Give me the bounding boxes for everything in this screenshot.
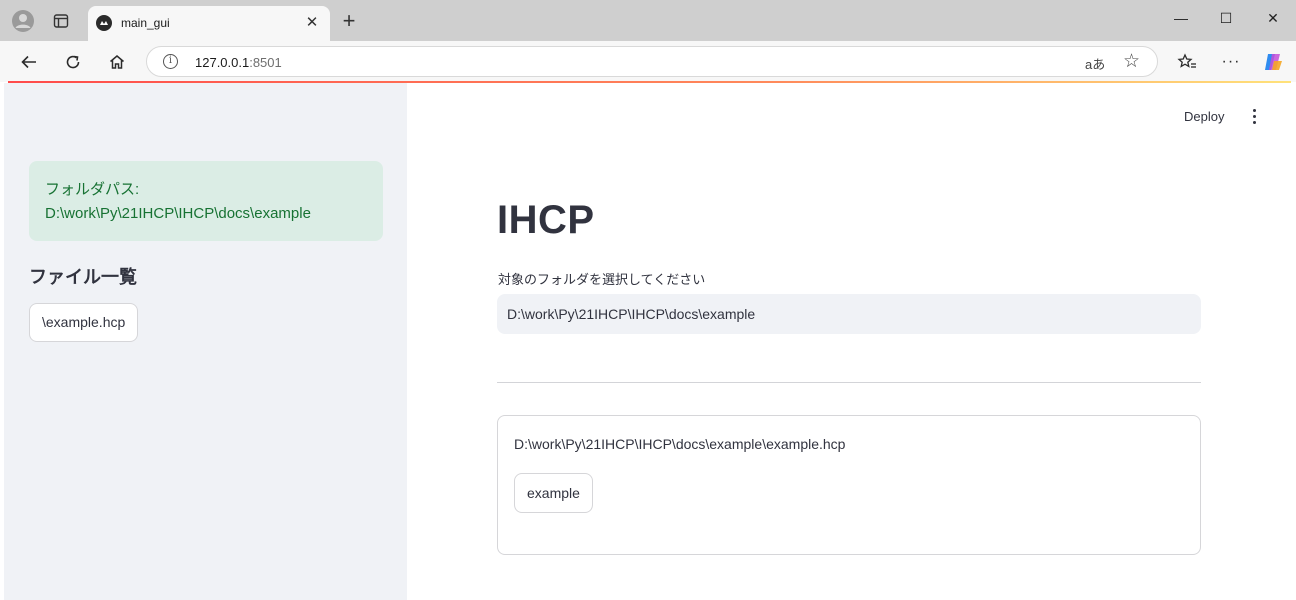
app-root: フォルダパス: D:\work\Py\21IHCP\IHCP\docs\exam… xyxy=(4,83,1292,600)
divider xyxy=(497,382,1201,383)
new-tab-icon[interactable]: + xyxy=(338,10,360,32)
maximize-icon[interactable]: ☐ xyxy=(1211,10,1241,27)
tab-actions-icon[interactable] xyxy=(48,8,74,34)
browser-tab-active[interactable]: main_gui ✕ xyxy=(88,6,330,41)
success-path: D:\work\Py\21IHCP\IHCP\docs\example xyxy=(45,205,311,222)
url-host: 127.0.0.1 xyxy=(195,55,250,70)
copilot-icon[interactable] xyxy=(1260,49,1286,75)
file-list-heading: ファイル一覧 xyxy=(29,267,137,287)
url-port: :8501 xyxy=(249,55,282,70)
folder-path-success-alert: フォルダパス: D:\work\Py\21IHCP\IHCP\docs\exam… xyxy=(29,161,383,241)
deploy-button[interactable]: Deploy xyxy=(1184,109,1224,124)
profile-icon[interactable] xyxy=(10,8,36,34)
favorites-icon[interactable] xyxy=(1174,49,1200,75)
close-window-icon[interactable]: ✕ xyxy=(1258,10,1288,27)
minimize-icon[interactable]: — xyxy=(1166,10,1196,26)
folder-input-label: 対象のフォルダを選択してください xyxy=(498,272,706,287)
address-bar[interactable]: i 127.0.0.1:8501 aあ ☆ xyxy=(146,46,1158,77)
sidebar: フォルダパス: D:\work\Py\21IHCP\IHCP\docs\exam… xyxy=(4,83,407,600)
back-icon[interactable] xyxy=(16,49,42,75)
site-info-icon[interactable]: i xyxy=(163,54,178,69)
url-text: 127.0.0.1:8501 xyxy=(195,55,282,70)
folder-input[interactable]: D:\work\Py\21IHCP\IHCP\docs\example xyxy=(497,294,1201,334)
browser-tab-bar: main_gui ✕ + — ☐ ✕ xyxy=(0,0,1296,41)
reload-icon[interactable] xyxy=(60,49,86,75)
close-tab-icon[interactable]: ✕ xyxy=(302,13,322,31)
file-card: D:\work\Py\21IHCP\IHCP\docs\example\exam… xyxy=(497,415,1201,555)
tab-title: main_gui xyxy=(121,16,170,30)
main-content: Deploy IHCP 対象のフォルダを選択してください D:\work\Py\… xyxy=(407,83,1292,600)
favorite-star-icon[interactable]: ☆ xyxy=(1123,50,1140,73)
more-options-icon[interactable]: ··· xyxy=(1218,49,1244,75)
streamlit-favicon-icon xyxy=(96,15,112,31)
main-menu-icon[interactable] xyxy=(1247,109,1261,125)
translate-icon[interactable]: aあ xyxy=(1085,54,1105,73)
browser-nav-bar: i 127.0.0.1:8501 aあ ☆ ··· xyxy=(0,41,1296,82)
file-button-example[interactable]: \example.hcp xyxy=(29,303,139,342)
home-icon[interactable] xyxy=(104,49,130,75)
file-path-text: D:\work\Py\21IHCP\IHCP\docs\example\exam… xyxy=(514,436,846,452)
example-button[interactable]: example xyxy=(514,473,593,513)
success-label: フォルダパス: xyxy=(45,181,140,198)
page-title: IHCP xyxy=(497,198,595,242)
